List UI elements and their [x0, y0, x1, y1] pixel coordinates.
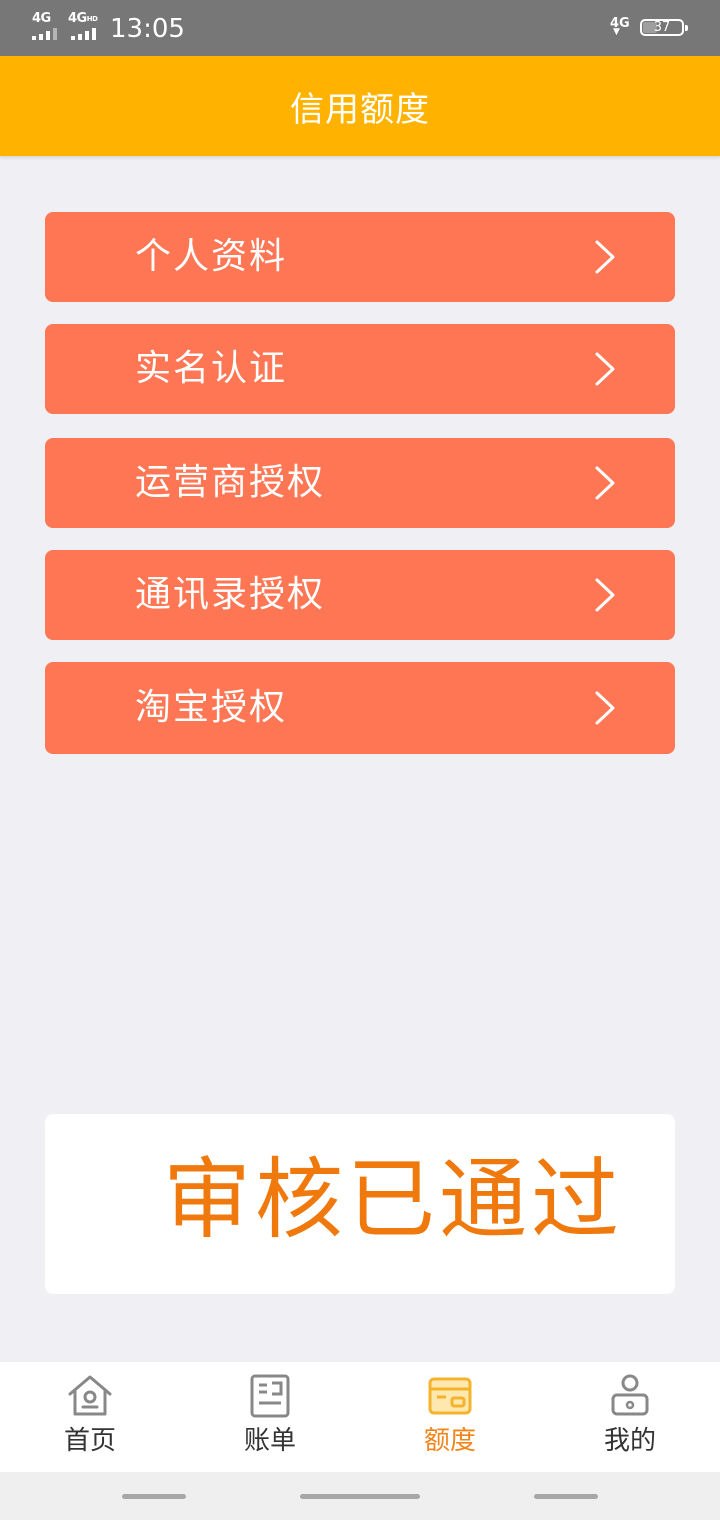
tab-credit[interactable]: 额度	[360, 1362, 540, 1472]
sim2-signal-icon: 4GHD	[68, 12, 102, 40]
tab-label: 我的	[603, 1426, 656, 1456]
nav-home-button[interactable]	[300, 1494, 420, 1499]
menu-item-label: 实名认证	[135, 348, 288, 389]
tab-mine[interactable]: 我的	[540, 1362, 720, 1472]
tab-bill[interactable]: 账单	[180, 1362, 360, 1472]
menu-item-real-name-auth[interactable]: 实名认证	[45, 324, 675, 414]
menu-item-taobao-auth[interactable]: 淘宝授权	[45, 662, 675, 754]
review-status-text: 审核已通过	[163, 1148, 624, 1251]
credit-card-icon	[428, 1377, 472, 1415]
tab-label: 账单	[243, 1426, 296, 1456]
chevron-right-icon	[595, 691, 615, 725]
menu-item-carrier-auth[interactable]: 运营商授权	[45, 438, 675, 528]
system-nav-bar	[0, 1472, 720, 1520]
nav-menu-button[interactable]	[122, 1494, 186, 1499]
review-status-card: 审核已通过	[45, 1114, 675, 1294]
bill-icon	[250, 1374, 290, 1418]
profile-icon	[611, 1374, 649, 1416]
chevron-right-icon	[595, 240, 615, 274]
network-4g-icon: 4G ▼	[610, 16, 630, 38]
menu-item-label: 运营商授权	[135, 462, 326, 503]
sim1-label: 4G	[32, 11, 51, 26]
menu-item-label: 个人资料	[135, 236, 288, 277]
menu-item-label: 淘宝授权	[135, 687, 288, 728]
status-bar: 4G 4GHD 13:05 4G ▼ 37	[0, 0, 720, 56]
sim2-hd-badge: HD	[86, 15, 98, 23]
tab-label: 首页	[63, 1426, 116, 1456]
bottom-tab-bar: 首页 账单 额度 我的	[0, 1362, 720, 1472]
status-time: 13:05	[110, 14, 185, 44]
nav-back-button[interactable]	[534, 1494, 598, 1499]
menu-item-contacts-auth[interactable]: 通讯录授权	[45, 550, 675, 640]
battery-icon: 37	[640, 19, 688, 36]
tab-home[interactable]: 首页	[0, 1362, 180, 1472]
page-title: 信用额度	[290, 89, 430, 130]
app-header: 信用额度	[0, 56, 720, 156]
home-icon	[68, 1375, 112, 1416]
chevron-right-icon	[595, 578, 615, 612]
menu-item-label: 通讯录授权	[135, 574, 326, 615]
tab-label: 额度	[423, 1426, 476, 1456]
menu-item-personal-info[interactable]: 个人资料	[45, 212, 675, 302]
sim2-label: 4G	[68, 11, 87, 26]
chevron-right-icon	[595, 466, 615, 500]
chevron-right-icon	[595, 352, 615, 386]
sim1-signal-icon: 4G	[32, 12, 62, 40]
battery-percent: 37	[653, 20, 671, 35]
